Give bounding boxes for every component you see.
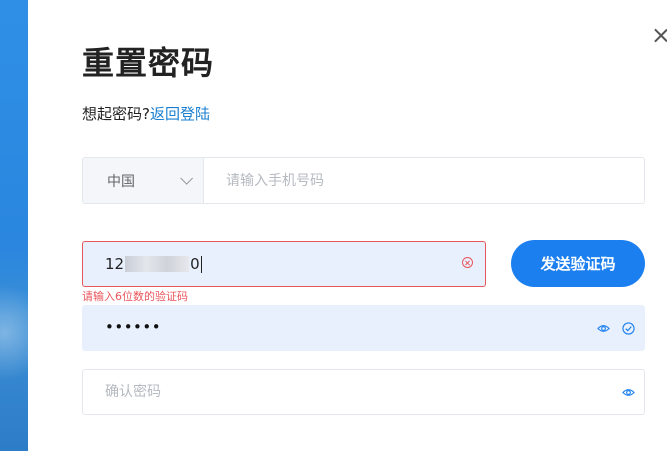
- subtitle: 想起密码?返回登陆: [82, 103, 210, 124]
- code-value-suffix: 0: [190, 255, 200, 273]
- code-error-message: 请输入6位数的验证码: [82, 290, 188, 303]
- phone-input[interactable]: [204, 158, 644, 203]
- redacted-block: [125, 256, 190, 272]
- confirm-password-field: [82, 369, 645, 415]
- text-caret: [200, 255, 202, 273]
- close-icon[interactable]: [651, 26, 667, 46]
- verification-code-field[interactable]: 12 0: [82, 241, 486, 287]
- eye-icon[interactable]: [597, 322, 610, 335]
- phone-row: 中国: [82, 157, 645, 204]
- password-field[interactable]: ••••••: [82, 305, 645, 351]
- clear-icon[interactable]: [462, 257, 473, 268]
- chevron-down-icon: [180, 172, 193, 185]
- confirm-password-input[interactable]: [83, 370, 644, 414]
- background-decoration: [0, 285, 28, 405]
- background-strip: [0, 0, 28, 451]
- back-to-login-link[interactable]: 返回登陆: [150, 105, 210, 123]
- verification-code-value: 12 0: [105, 255, 202, 273]
- eye-icon[interactable]: [622, 386, 635, 399]
- password-value: ••••••: [105, 318, 162, 336]
- send-code-button[interactable]: 发送验证码: [511, 240, 645, 287]
- country-label: 中国: [107, 173, 135, 190]
- page-title: 重置密码: [82, 44, 215, 82]
- code-value-prefix: 12: [105, 255, 125, 273]
- check-circle-icon: [622, 322, 635, 335]
- subtitle-prefix: 想起密码?: [82, 105, 150, 123]
- country-select[interactable]: 中国: [83, 158, 204, 203]
